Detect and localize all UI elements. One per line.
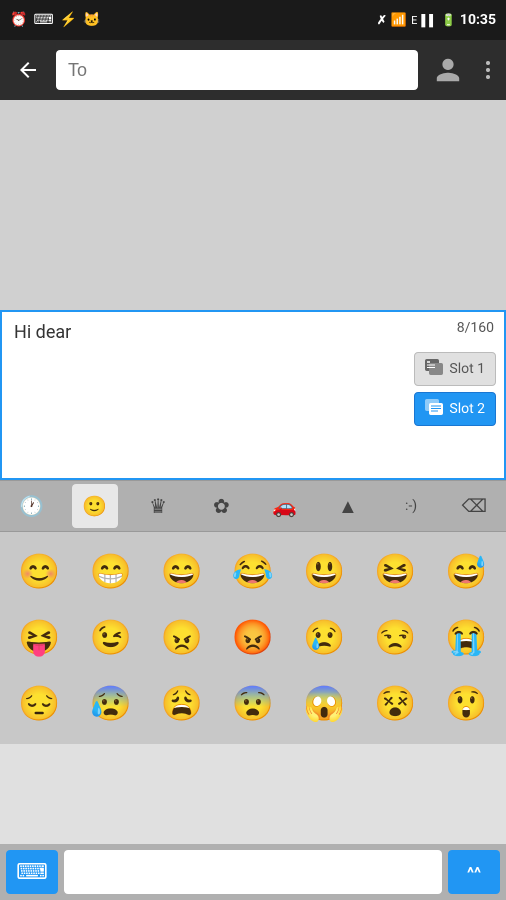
- keyboard-toggle-icon: ⌨: [16, 860, 48, 885]
- bottom-bar: ⌨ ^^: [0, 844, 506, 900]
- toolbar-clock-btn[interactable]: 🕐: [9, 484, 55, 528]
- cat-icon: 🐱: [83, 12, 100, 28]
- emoji-astonished[interactable]: 😲: [434, 676, 498, 732]
- contact-icon[interactable]: [426, 48, 470, 92]
- slot1-button[interactable]: Slot 1: [414, 352, 496, 386]
- keyboard-toggle-button[interactable]: ⌨: [6, 850, 58, 894]
- toolbar-crown-btn[interactable]: ♛: [135, 484, 181, 528]
- menu-dot: [486, 75, 490, 79]
- status-left-icons: ⏰ ⌨ ⚡ 🐱: [10, 12, 101, 28]
- char-count: 8/160: [457, 320, 494, 336]
- toolbar-backspace-btn[interactable]: ⌫: [451, 484, 497, 528]
- emoji-laugh[interactable]: 😄: [150, 544, 214, 600]
- toolbar-flower-btn[interactable]: ✿: [198, 484, 244, 528]
- message-text: Hi dear: [14, 322, 492, 343]
- status-right-icons: ✗ 📶 E ▌▌ 🔋 10:35: [377, 12, 496, 28]
- emoji-expressionless[interactable]: 😒: [363, 610, 427, 666]
- menu-icon[interactable]: [478, 53, 498, 87]
- slot2-label: Slot 2: [449, 401, 485, 417]
- emoji-rage[interactable]: 😡: [221, 610, 285, 666]
- signal-bars-icon: ▌▌: [421, 14, 437, 27]
- battery-icon: 🔋: [441, 13, 456, 27]
- top-bar: [0, 40, 506, 100]
- clock-display: 10:35: [460, 12, 496, 28]
- usb-icon: ⚡: [60, 12, 77, 28]
- toolbar-emoticon-btn[interactable]: :-): [388, 484, 434, 528]
- menu-dot: [486, 61, 490, 65]
- text-input-bar[interactable]: [64, 850, 442, 894]
- emoji-row-2: 😝 😉 😠 😡 😢 😒 😭: [4, 606, 502, 670]
- menu-dot: [486, 68, 490, 72]
- status-bar: ⏰ ⌨ ⚡ 🐱 ✗ 📶 E ▌▌ 🔋 10:35: [0, 0, 506, 40]
- toolbar-triangle-btn[interactable]: ▲: [325, 484, 371, 528]
- emoji-pensive[interactable]: 😔: [8, 676, 72, 732]
- emoji-row-1: 😊 😁 😄 😂 😃 😆 😅: [4, 540, 502, 604]
- emoji-sweat-smile[interactable]: 😅: [434, 544, 498, 600]
- emoji-fearful[interactable]: 😨: [221, 676, 285, 732]
- emoji-cry[interactable]: 😢: [292, 610, 356, 666]
- emoji-joy[interactable]: 😂: [221, 544, 285, 600]
- emoji-sob[interactable]: 😭: [434, 610, 498, 666]
- wifi-icon: 📶: [391, 13, 407, 28]
- emoji-smiley[interactable]: 😃: [292, 544, 356, 600]
- emoji-row-3: 😔 😰 😩 😨 😱 😵 😲: [4, 672, 502, 736]
- slot1-label: Slot 1: [449, 361, 485, 377]
- emoji-relaxed[interactable]: 😊: [8, 544, 72, 600]
- emoji-cold-sweat[interactable]: 😰: [79, 676, 143, 732]
- emoji-wink[interactable]: 😉: [79, 610, 143, 666]
- main-content: [0, 100, 506, 310]
- scroll-up-label: ^^: [467, 863, 481, 882]
- slot2-icon: [425, 399, 445, 419]
- back-button[interactable]: [8, 50, 48, 90]
- message-area[interactable]: Hi dear 8/160 Slot 1: [0, 310, 506, 480]
- network-icon: E: [411, 14, 417, 27]
- slot-buttons: Slot 1 Slot 2: [414, 352, 496, 426]
- emoji-angry[interactable]: 😠: [150, 610, 214, 666]
- signal-off-icon: ✗: [377, 13, 387, 27]
- emoji-grid: 😊 😁 😄 😂 😃 😆 😅 😝 😉 😠 😡 😢 😒 😭 😔 😰 😩 😨 😱 😵 …: [0, 532, 506, 744]
- to-input[interactable]: [56, 50, 418, 90]
- emoji-weary[interactable]: 😩: [150, 676, 214, 732]
- toolbar-smiley-btn[interactable]: 🙂: [72, 484, 118, 528]
- alarm-icon: ⏰: [10, 12, 27, 28]
- keyboard-icon: ⌨: [33, 12, 53, 28]
- emoji-scream[interactable]: 😱: [292, 676, 356, 732]
- slot2-button[interactable]: Slot 2: [414, 392, 496, 426]
- keyboard-toolbar: 🕐 🙂 ♛ ✿ 🚗 ▲ :-) ⌫: [0, 480, 506, 532]
- scroll-up-button[interactable]: ^^: [448, 850, 500, 894]
- toolbar-car-btn[interactable]: 🚗: [262, 484, 308, 528]
- emoji-satisfied[interactable]: 😆: [363, 544, 427, 600]
- emoji-stuck-out-tongue[interactable]: 😝: [8, 610, 72, 666]
- emoji-grin[interactable]: 😁: [79, 544, 143, 600]
- slot1-icon: [425, 359, 445, 379]
- emoji-dizzy[interactable]: 😵: [363, 676, 427, 732]
